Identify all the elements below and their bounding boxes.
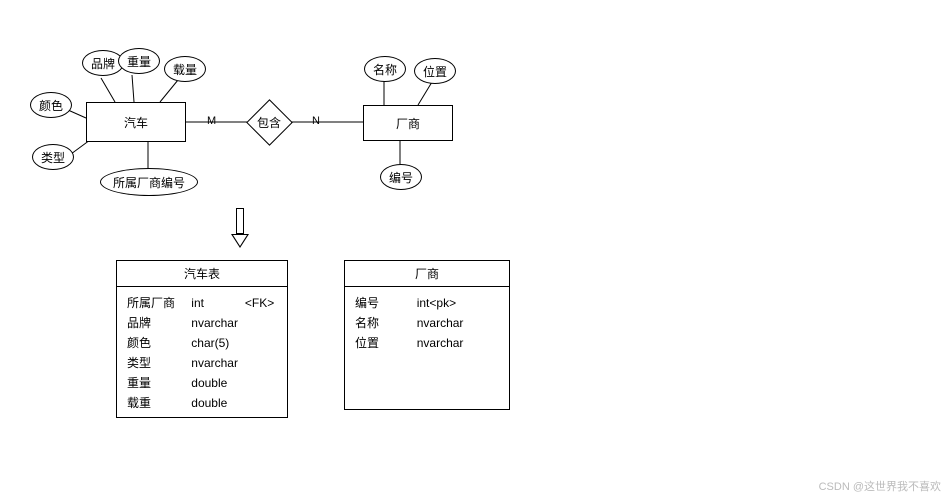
entity-factory-label: 厂商 [396,115,420,132]
table-car-body: 所属厂商int<FK> 品牌nvarchar 颜色char(5) 类型nvarc… [117,287,287,419]
relationship-label: 包含 [257,114,281,131]
entity-car-label: 汽车 [124,114,148,131]
down-arrow-icon [231,208,249,248]
attr-weight-label: 重量 [127,53,151,70]
table-row: 名称nvarchar [355,313,499,333]
attr-type-label: 类型 [41,149,65,166]
attr-flocation: 位置 [414,58,456,84]
entity-car: 汽车 [86,102,186,142]
table-factory-title: 厂商 [345,261,509,287]
table-car: 汽车表 所属厂商int<FK> 品牌nvarchar 颜色char(5) 类型n… [116,260,288,418]
watermark: CSDN @这世界我不喜欢 [819,478,941,494]
attr-brand-label: 品牌 [91,55,115,72]
attr-fid: 编号 [380,164,422,190]
table-row: 类型nvarchar [127,353,277,373]
attr-flocation-label: 位置 [423,63,447,80]
attr-weight: 重量 [118,48,160,74]
table-factory-body: 编号int<pk> 名称nvarchar 位置nvarchar [345,287,509,359]
table-row: 载重double [127,393,277,413]
table-row: 所属厂商int<FK> [127,293,277,313]
table-row: 位置nvarchar [355,333,499,353]
attr-type: 类型 [32,144,74,170]
attr-load: 载量 [164,56,206,82]
attr-fname-label: 名称 [373,61,397,78]
attr-fk: 所属厂商编号 [100,168,198,196]
table-car-title: 汽车表 [117,261,287,287]
relationship-diamond: 包含 [247,100,291,144]
entity-factory: 厂商 [363,105,453,141]
table-row: 编号int<pk> [355,293,499,313]
table-factory: 厂商 编号int<pk> 名称nvarchar 位置nvarchar [344,260,510,410]
table-row: 品牌nvarchar [127,313,277,333]
rel-m-label: M [207,115,216,127]
attr-fid-label: 编号 [389,169,413,186]
attr-color-label: 颜色 [39,97,63,114]
attr-load-label: 载量 [173,61,197,78]
attr-fk-label: 所属厂商编号 [113,174,185,191]
er-connectors [0,0,951,500]
rel-n-label: N [312,115,320,127]
table-row: 重量double [127,373,277,393]
table-row: 颜色char(5) [127,333,277,353]
attr-color: 颜色 [30,92,72,118]
attr-fname: 名称 [364,56,406,82]
